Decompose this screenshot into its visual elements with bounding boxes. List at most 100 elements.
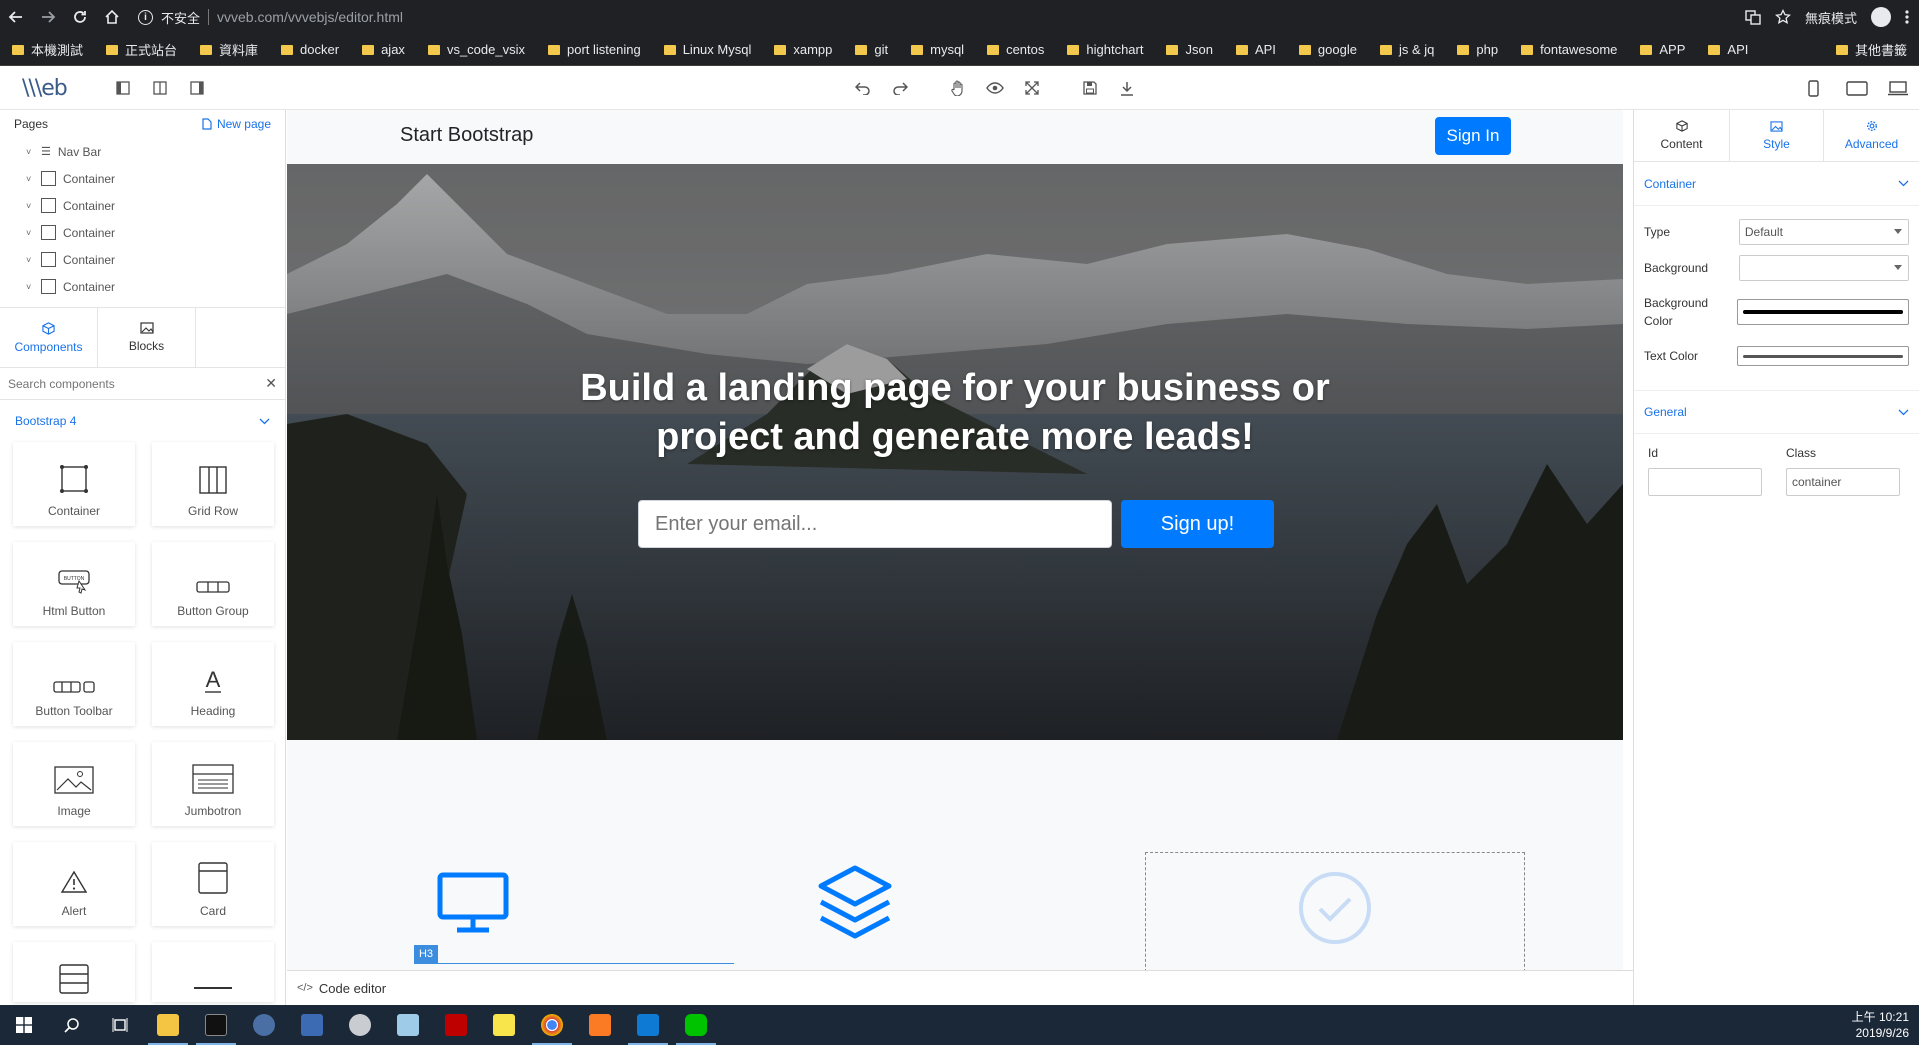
home-icon[interactable] bbox=[96, 0, 128, 34]
windows-start-icon[interactable] bbox=[0, 1005, 48, 1045]
component-jumbotron[interactable]: Jumbotron bbox=[152, 742, 274, 826]
component-image[interactable]: Image bbox=[13, 742, 135, 826]
forward-icon[interactable] bbox=[32, 0, 64, 34]
component-list[interactable] bbox=[13, 942, 135, 1002]
tab-style[interactable]: Style bbox=[1729, 110, 1824, 161]
background-color-picker[interactable] bbox=[1737, 299, 1909, 325]
mobile-view-icon[interactable] bbox=[1804, 79, 1822, 97]
hero-heading[interactable]: Build a landing page for your business o… bbox=[287, 364, 1623, 462]
tree-item-container[interactable]: ˅ Container bbox=[0, 246, 285, 273]
toggle-left-panel-icon[interactable] bbox=[114, 79, 132, 97]
filezilla-icon[interactable] bbox=[432, 1005, 480, 1045]
features-section[interactable]: H3 bbox=[287, 740, 1623, 970]
notepad-icon[interactable] bbox=[384, 1005, 432, 1045]
system-clock[interactable]: 上午 10:21 2019/9/26 bbox=[1852, 1009, 1909, 1041]
tree-item-navbar[interactable]: ˅ ☰ Nav Bar bbox=[0, 138, 285, 165]
bookmark-item[interactable]: port listening bbox=[547, 42, 641, 57]
bookmark-item[interactable]: git bbox=[855, 42, 888, 57]
chevron-down-icon[interactable]: ˅ bbox=[26, 174, 34, 184]
component-heading[interactable]: A Heading bbox=[152, 642, 274, 726]
bookmark-item[interactable]: fontawesome bbox=[1521, 42, 1617, 57]
terminal-icon[interactable] bbox=[192, 1005, 240, 1045]
bootstrap-group-header[interactable]: Bootstrap 4 bbox=[0, 400, 285, 442]
redo-icon[interactable] bbox=[891, 79, 909, 97]
component-button-group[interactable]: Button Group bbox=[152, 542, 274, 626]
bookmark-item[interactable]: Linux Mysql bbox=[663, 42, 751, 57]
tab-advanced[interactable]: Advanced bbox=[1824, 110, 1919, 161]
bookmark-item[interactable]: hightchart bbox=[1067, 42, 1143, 57]
search-icon[interactable] bbox=[48, 1005, 96, 1045]
bookmark-item[interactable]: APP bbox=[1640, 42, 1685, 57]
selected-feature-box[interactable] bbox=[1145, 852, 1525, 970]
bookmark-item[interactable]: centos bbox=[987, 42, 1044, 57]
bookmark-item[interactable]: docker bbox=[281, 42, 339, 57]
preview-eye-icon[interactable] bbox=[986, 79, 1004, 97]
bookmark-item[interactable]: ajax bbox=[362, 42, 405, 57]
chevron-down-icon[interactable]: ˅ bbox=[26, 228, 34, 238]
xampp-icon[interactable] bbox=[576, 1005, 624, 1045]
desktop-view-icon[interactable] bbox=[1886, 79, 1910, 97]
bookmark-item[interactable]: js & jq bbox=[1379, 42, 1434, 57]
component-hr[interactable] bbox=[152, 942, 274, 1002]
vscode-icon[interactable] bbox=[624, 1005, 672, 1045]
desktop-monitor-icon[interactable] bbox=[437, 872, 509, 934]
network-app-icon[interactable] bbox=[240, 1005, 288, 1045]
code-editor-bar[interactable]: </> Code editor bbox=[287, 970, 1633, 1005]
task-view-icon[interactable] bbox=[96, 1005, 144, 1045]
bookmark-item[interactable]: xampp bbox=[774, 42, 832, 57]
container-section-header[interactable]: Container bbox=[1634, 162, 1919, 206]
bookmark-item[interactable]: Json bbox=[1166, 42, 1213, 57]
h3-selection-tag[interactable]: H3 bbox=[414, 945, 438, 963]
chevron-down-icon[interactable]: ˅ bbox=[26, 255, 34, 265]
background-select[interactable] bbox=[1738, 255, 1909, 281]
hero-section[interactable]: Build a landing page for your business o… bbox=[287, 164, 1623, 740]
general-section-header[interactable]: General bbox=[1634, 390, 1919, 434]
bookmark-item[interactable]: php bbox=[1457, 42, 1498, 57]
tree-item-container[interactable]: ˅ Container bbox=[0, 273, 285, 300]
tree-item-container[interactable]: ˅ Container bbox=[0, 165, 285, 192]
layers-icon[interactable] bbox=[817, 864, 893, 940]
clear-search-icon[interactable]: ✕ bbox=[265, 375, 277, 392]
chevron-down-icon[interactable]: ˅ bbox=[26, 282, 34, 292]
translate-icon[interactable] bbox=[1745, 9, 1761, 25]
file-explorer-icon[interactable] bbox=[144, 1005, 192, 1045]
tree-item-container[interactable]: ˅ Container bbox=[0, 192, 285, 219]
component-search-input[interactable] bbox=[8, 376, 258, 391]
component-button-toolbar[interactable]: Button Toolbar bbox=[13, 642, 135, 726]
bookmark-item[interactable]: 正式站台 bbox=[106, 40, 177, 59]
fullscreen-icon[interactable] bbox=[1023, 79, 1041, 97]
site-brand[interactable]: Start Bootstrap bbox=[400, 124, 533, 147]
other-bookmarks[interactable]: 其他書籤 bbox=[1835, 40, 1907, 59]
sticky-notes-icon[interactable] bbox=[480, 1005, 528, 1045]
id-input[interactable] bbox=[1648, 468, 1762, 496]
bookmark-item[interactable]: API bbox=[1708, 42, 1748, 57]
class-input[interactable]: container bbox=[1786, 468, 1900, 496]
tree-item-container[interactable]: ˅ Container bbox=[0, 219, 285, 246]
chevron-down-icon[interactable]: ˅ bbox=[26, 147, 34, 157]
component-card[interactable]: Card bbox=[152, 842, 274, 926]
drag-hand-icon[interactable] bbox=[949, 79, 967, 97]
site-navbar[interactable]: Start Bootstrap Sign In bbox=[287, 110, 1623, 164]
tab-blocks[interactable]: Blocks bbox=[98, 308, 196, 367]
chrome-icon[interactable] bbox=[528, 1005, 576, 1045]
component-html-button[interactable]: BUTTON Html Button bbox=[13, 542, 135, 626]
tab-components[interactable]: Components bbox=[0, 308, 98, 367]
component-alert[interactable]: Alert bbox=[13, 842, 135, 926]
undo-icon[interactable] bbox=[854, 79, 872, 97]
text-color-picker[interactable] bbox=[1737, 346, 1909, 366]
star-icon[interactable] bbox=[1774, 9, 1791, 25]
code-editor-label[interactable]: Code editor bbox=[319, 981, 386, 996]
chevron-down-icon[interactable]: ˅ bbox=[26, 201, 34, 211]
bookmark-item[interactable]: API bbox=[1235, 42, 1276, 57]
menu-dots-icon[interactable] bbox=[1905, 9, 1909, 25]
sign-in-button[interactable]: Sign In bbox=[1435, 117, 1511, 155]
component-grid-row[interactable]: Grid Row bbox=[152, 442, 274, 526]
info-icon[interactable]: i bbox=[138, 9, 153, 25]
line-app-icon[interactable] bbox=[672, 1005, 720, 1045]
cloud-app-icon[interactable] bbox=[336, 1005, 384, 1045]
toggle-right-panel-icon[interactable] bbox=[188, 79, 206, 97]
back-icon[interactable] bbox=[0, 0, 32, 34]
editor-canvas[interactable]: Start Bootstrap Sign In Build a landing … bbox=[287, 110, 1623, 970]
save-icon[interactable] bbox=[1081, 79, 1099, 97]
new-page-button[interactable]: New page bbox=[202, 117, 271, 131]
